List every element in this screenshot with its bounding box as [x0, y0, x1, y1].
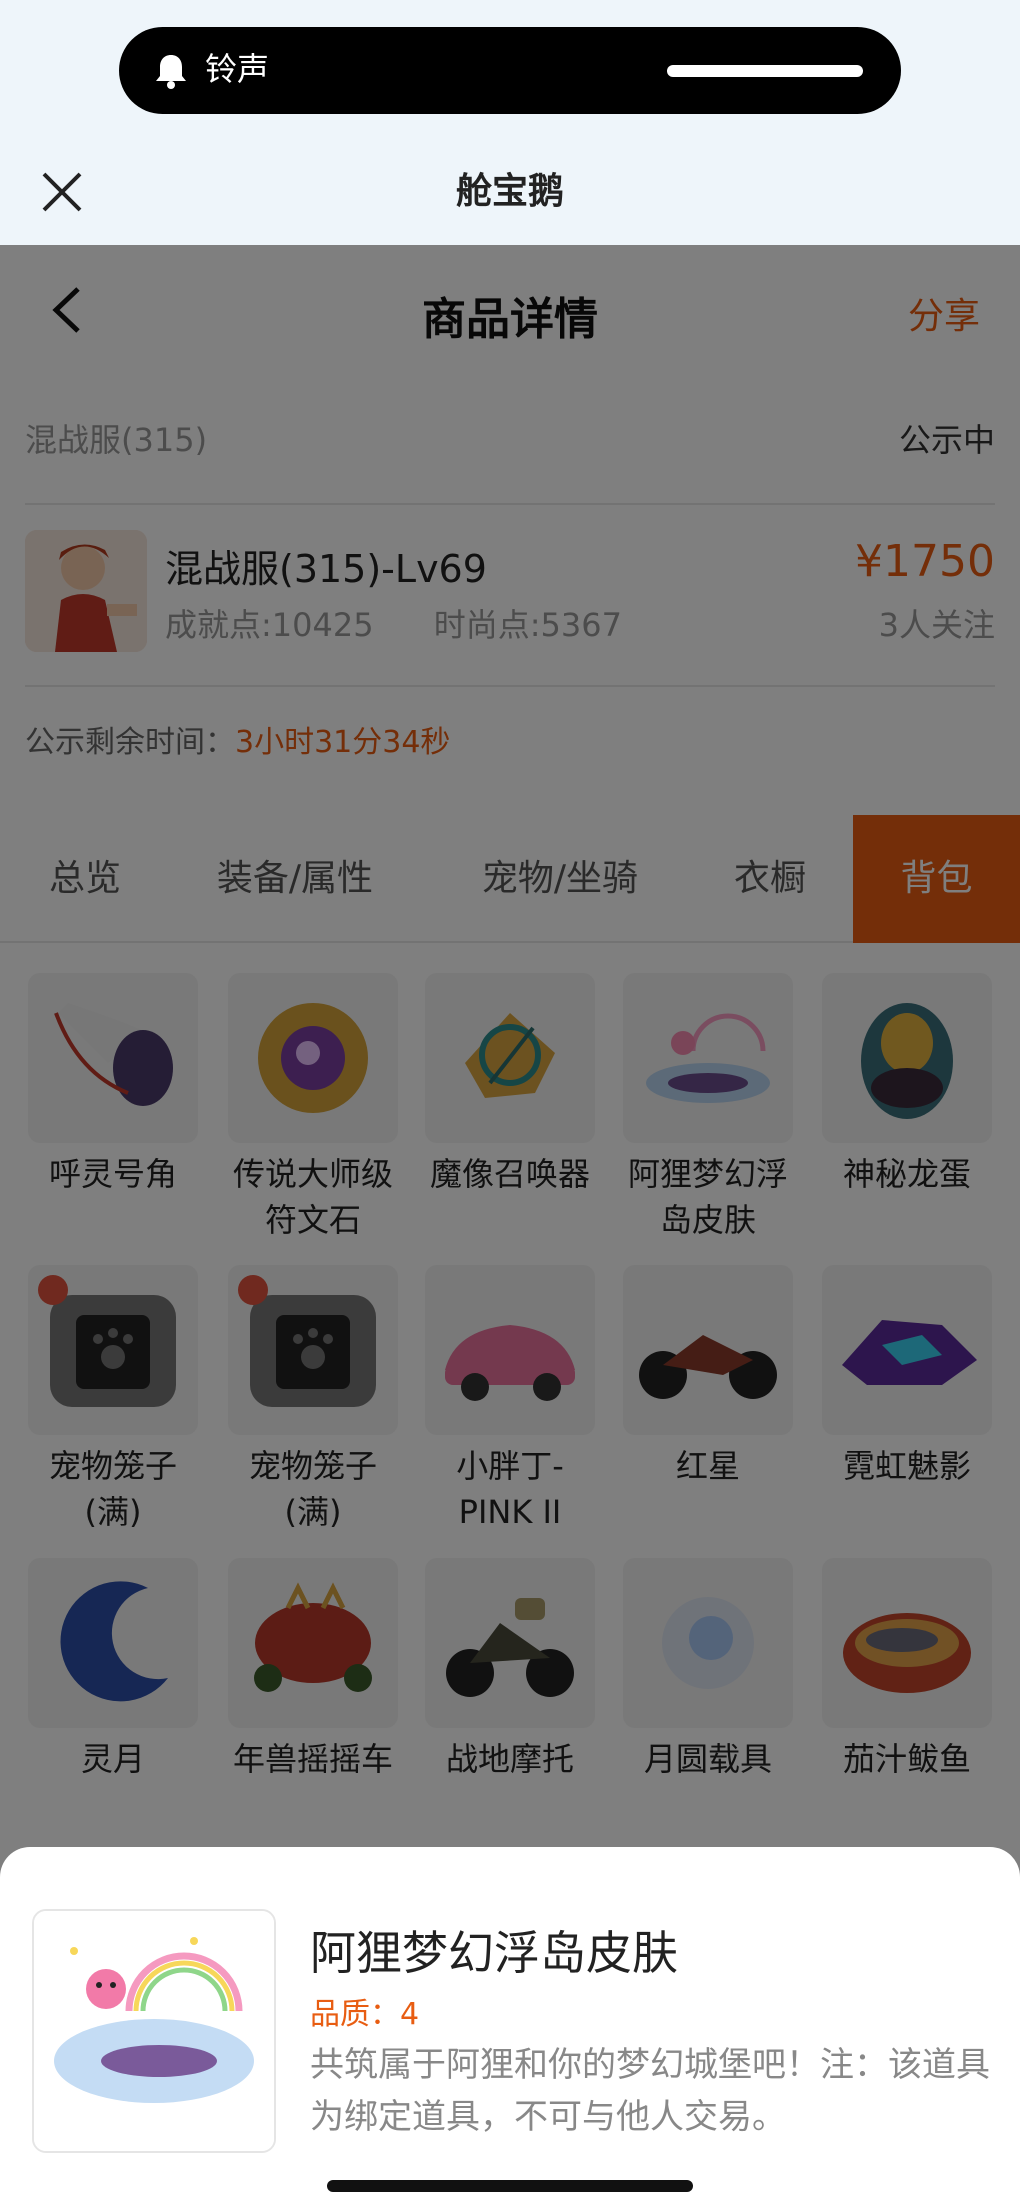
sheet-item-name: 阿狸梦幻浮岛皮肤 [310, 1926, 678, 1980]
home-indicator[interactable] [327, 2180, 693, 2192]
ringer-volume-bar [667, 65, 863, 77]
top-area: 铃声 舱宝鹅 [0, 0, 1020, 245]
mini-program-header: 舱宝鹅 [0, 150, 1020, 235]
ringer-notification: 铃声 [119, 27, 901, 114]
floating-island-skin-icon [32, 1909, 276, 2153]
bell-icon [156, 55, 186, 89]
sheet-item-description: 共筑属于阿狸和你的梦幻城堡吧！注：该道具为绑定道具，不可与他人交易。 [310, 2045, 990, 2137]
ringer-label: 铃声 [205, 50, 270, 88]
item-detail-sheet: 阿狸梦幻浮岛皮肤 品质：4 共筑属于阿狸和你的梦幻城堡吧！注：该道具为绑定道具，… [0, 1847, 1020, 2211]
sheet-item-quality: 品质：4 [310, 1997, 420, 2032]
mini-program-title: 舱宝鹅 [455, 171, 564, 212]
